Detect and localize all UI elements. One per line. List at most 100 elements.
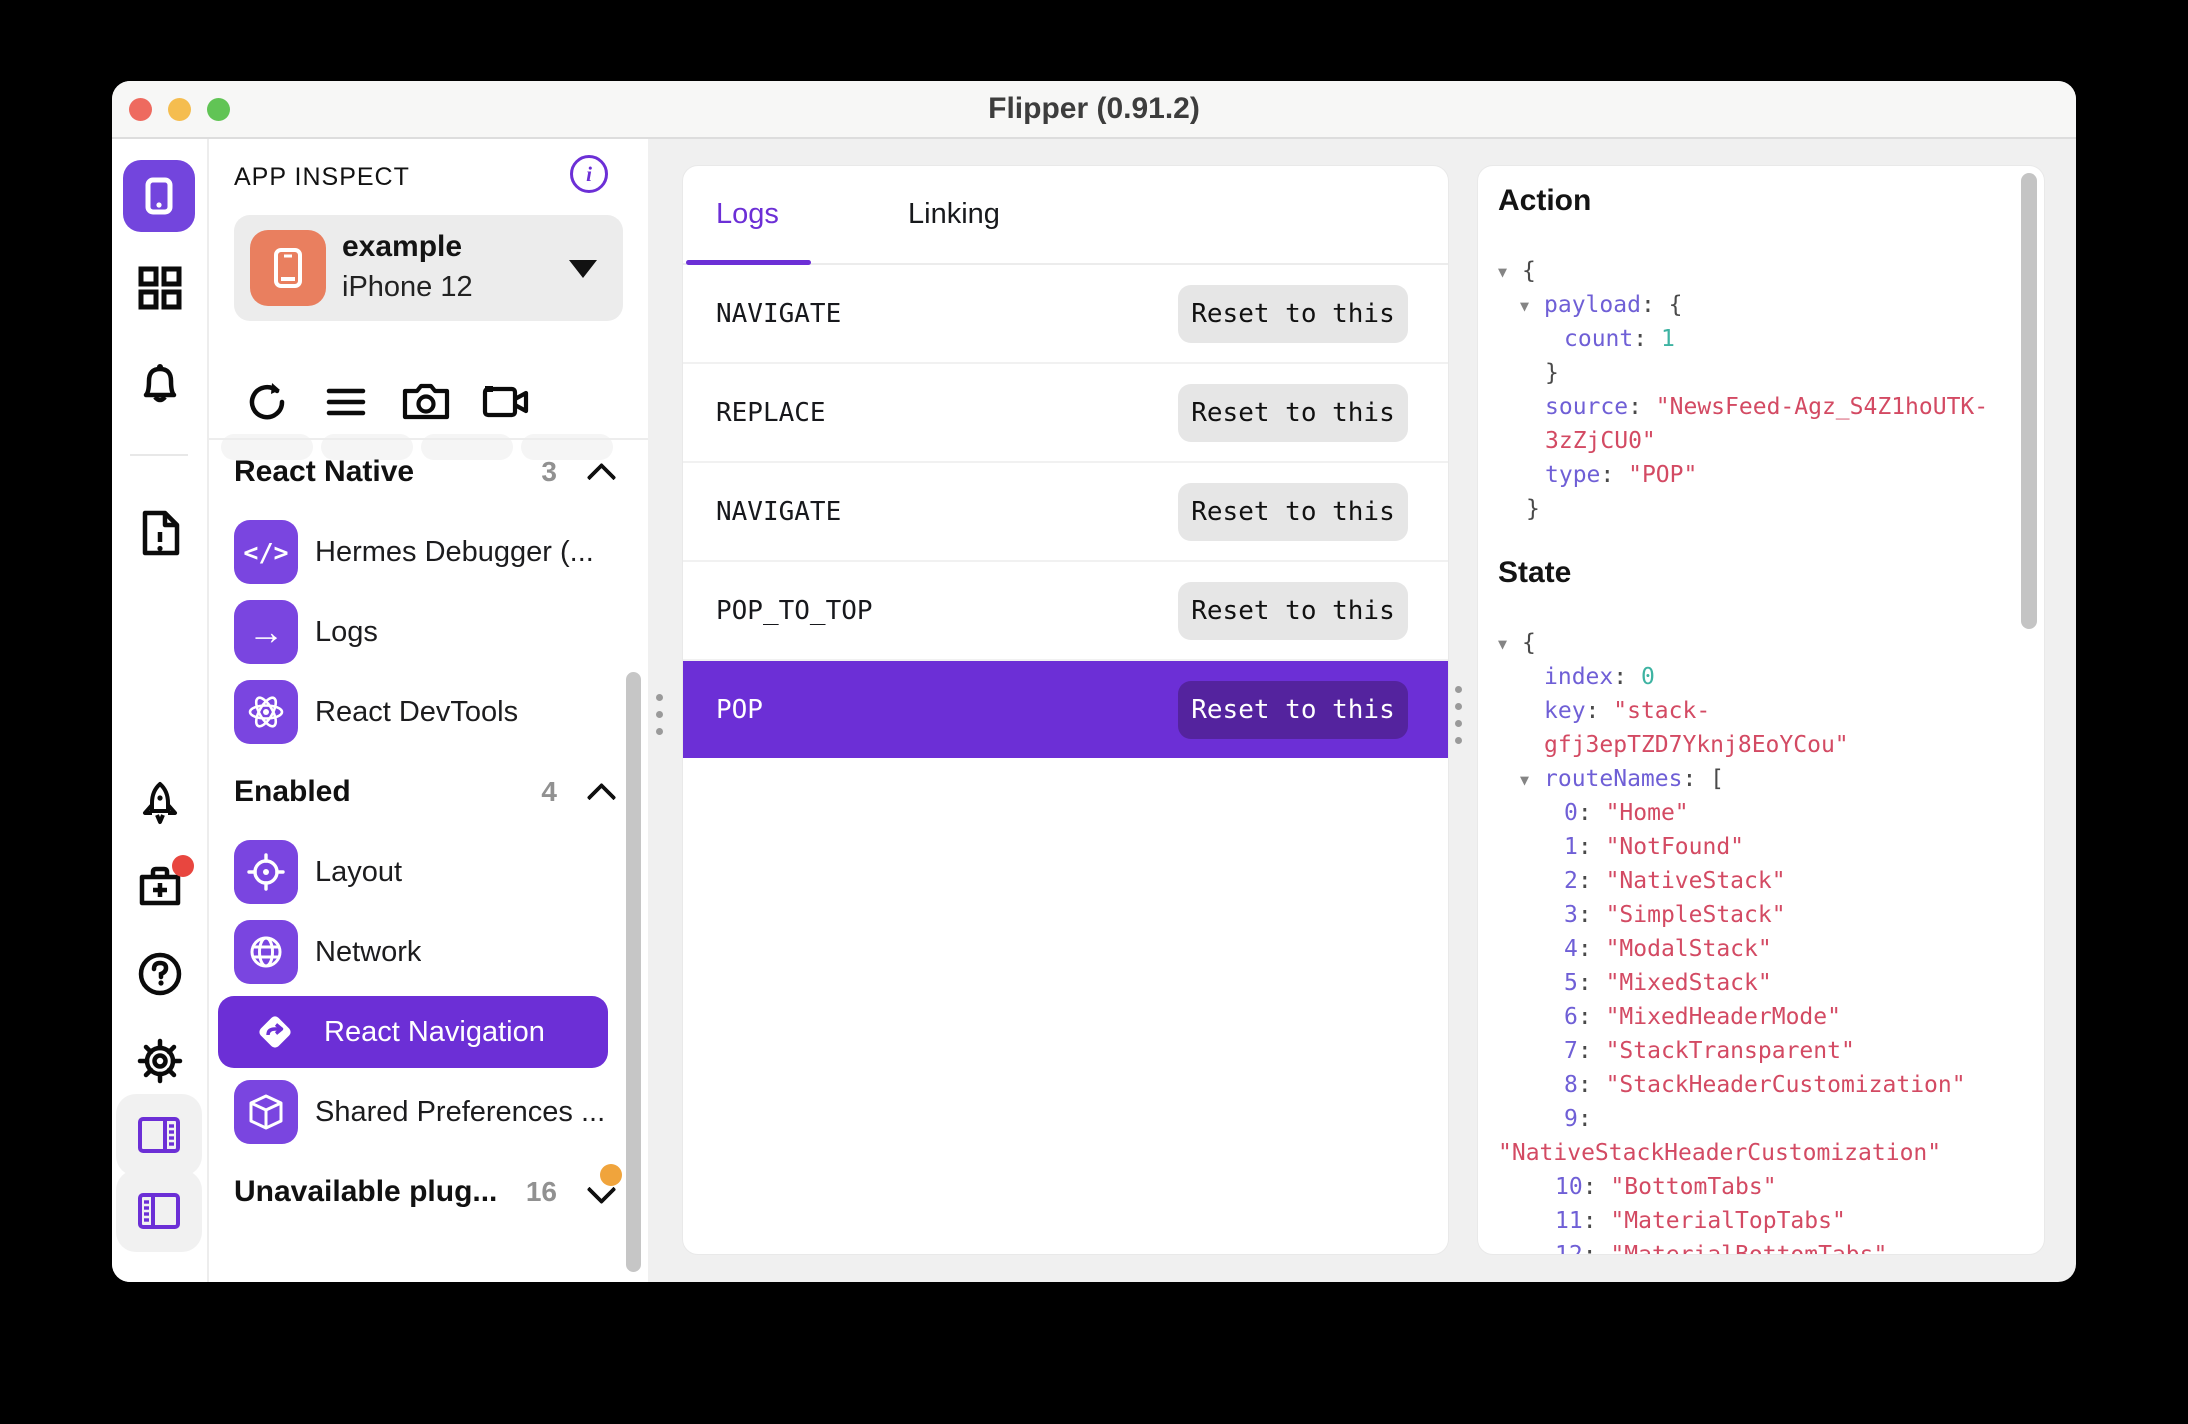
flipper-window: Flipper (0.91.2) [112,81,2076,1282]
event-type: NAVIGATE [716,299,1178,329]
screen-record-button[interactable] [481,379,527,425]
log-row[interactable]: REPLACE Reset to this [683,364,1448,463]
react-atom-icon [234,680,298,744]
crosshair-icon [234,840,298,904]
help-icon [137,951,183,997]
video-camera-icon [481,379,527,425]
react-navigation-panel: Logs Linking NAVIGATE Reset to this REPL… [682,165,1449,1255]
titlebar: Flipper (0.91.2) [112,81,2076,139]
section-count: 16 [526,1176,557,1208]
desktop: Flipper (0.91.2) [0,0,2188,1424]
report-issue-rail-button[interactable] [137,509,183,557]
chevron-up-icon [587,782,617,812]
sidebar-item-shared-preferences[interactable]: Shared Preferences ... [209,1072,648,1152]
log-row-selected[interactable]: POP Reset to this [683,661,1448,758]
action-json-tree[interactable]: ▼{▼payload: {count: 1}source: "NewsFeed-… [1498,254,2036,526]
changelog-rail-button[interactable] [137,781,183,827]
app-inspect-heading: APP INSPECT [234,163,410,192]
section-count: 4 [541,776,557,808]
gear-icon [136,1037,184,1085]
settings-rail-button[interactable] [136,1037,184,1085]
code-icon: </> [234,520,298,584]
state-heading: State [1498,556,1571,590]
device-selector[interactable]: example iPhone 12 [234,215,623,321]
section-label: Unavailable plug... [234,1175,526,1209]
info-icon[interactable]: i [570,155,608,193]
plugin-label: Shared Preferences ... [315,1096,605,1129]
app-inspect-rail-button[interactable] [123,160,195,232]
panel-right-icon [136,1114,182,1156]
sidebar-item-logs[interactable]: → Logs [209,592,648,672]
grid-icon [137,265,183,311]
sidebar-scrollbar[interactable] [626,672,641,1272]
tab-linking[interactable]: Linking [908,166,1000,263]
reload-app-button[interactable] [244,379,290,425]
app-name: example [342,230,462,264]
bell-icon [136,359,184,407]
reset-to-this-button[interactable]: Reset to this [1178,681,1408,739]
unavailable-warning-badge [600,1164,622,1186]
globe-icon [234,920,298,984]
event-type: POP_TO_TOP [716,596,1178,626]
screenshot-button[interactable] [401,379,447,425]
plugin-label: React Navigation [324,1016,545,1049]
notifications-rail-button[interactable] [136,359,184,407]
document-alert-icon [137,509,183,557]
sidebar-item-network[interactable]: Network [209,912,648,992]
expander-arrow-icon[interactable]: ▼ [1520,763,1544,797]
navigation-diamond-icon [243,1000,307,1064]
expander-arrow-icon[interactable]: ▼ [1520,289,1544,323]
log-row[interactable]: NAVIGATE Reset to this [683,463,1448,562]
help-rail-button[interactable] [137,951,183,997]
camera-icon [401,379,447,425]
section-react-native[interactable]: React Native 3 [209,432,648,512]
reset-to-this-button[interactable]: Reset to this [1178,384,1408,442]
event-type: NAVIGATE [716,497,1178,527]
dev-menu-button[interactable] [323,379,369,425]
inspector-resize-handle[interactable] [1455,681,1462,749]
first-aid-kit-icon [136,863,184,909]
section-label: Enabled [234,775,541,809]
arrow-right-icon: → [234,600,298,664]
plugin-label: Layout [315,856,402,889]
event-type: POP [716,695,1178,725]
plugin-label: Logs [315,616,378,649]
section-enabled[interactable]: Enabled 4 [209,752,648,832]
toggle-right-sidebar-button[interactable] [116,1094,202,1176]
sidebar-item-react-devtools[interactable]: React DevTools [209,672,648,752]
sidebar-item-hermes-debugger[interactable]: </> Hermes Debugger (... [209,512,648,592]
tabbar: Logs Linking [683,166,1448,265]
section-count: 3 [541,456,557,488]
left-icon-rail [112,139,209,1282]
reset-to-this-button[interactable]: Reset to this [1178,285,1408,343]
expander-arrow-icon[interactable]: ▼ [1498,627,1522,661]
setup-doctor-rail-button[interactable] [136,863,184,909]
plugin-label: React DevTools [315,696,518,729]
inspector-scrollbar[interactable] [2021,173,2037,629]
tab-logs[interactable]: Logs [716,166,779,263]
sidebar-item-react-navigation[interactable]: React Navigation [209,992,648,1072]
panel-left-icon [136,1190,182,1232]
doctor-alert-badge [172,855,194,877]
refresh-icon [244,379,290,425]
section-unavailable-plugins[interactable]: Unavailable plug... 16 [209,1152,648,1232]
reset-to-this-button[interactable]: Reset to this [1178,582,1408,640]
caret-down-icon [569,260,597,278]
sidebar-resize-handle[interactable] [656,689,663,740]
state-json-tree[interactable]: ▼{index: 0key: "stack-gfj3epTZD7Yknj8EoY… [1498,626,2036,1255]
sidebar-item-layout[interactable]: Layout [209,832,648,912]
action-heading: Action [1498,184,1591,218]
menu-icon [323,379,369,425]
reset-to-this-button[interactable]: Reset to this [1178,483,1408,541]
inspector-panel: Action ▼{▼payload: {count: 1}source: "Ne… [1477,165,2045,1255]
toggle-left-sidebar-button[interactable] [116,1170,202,1252]
plugin-grid-rail-button[interactable] [137,265,183,311]
plugin-label: Hermes Debugger (... [315,536,594,569]
device-name: iPhone 12 [342,271,473,304]
log-row[interactable]: NAVIGATE Reset to this [683,265,1448,364]
window-title: Flipper (0.91.2) [112,81,2076,137]
expander-arrow-icon[interactable]: ▼ [1498,255,1522,289]
chevron-up-icon [587,462,617,492]
cube-icon [234,1080,298,1144]
log-row[interactable]: POP_TO_TOP Reset to this [683,562,1448,661]
